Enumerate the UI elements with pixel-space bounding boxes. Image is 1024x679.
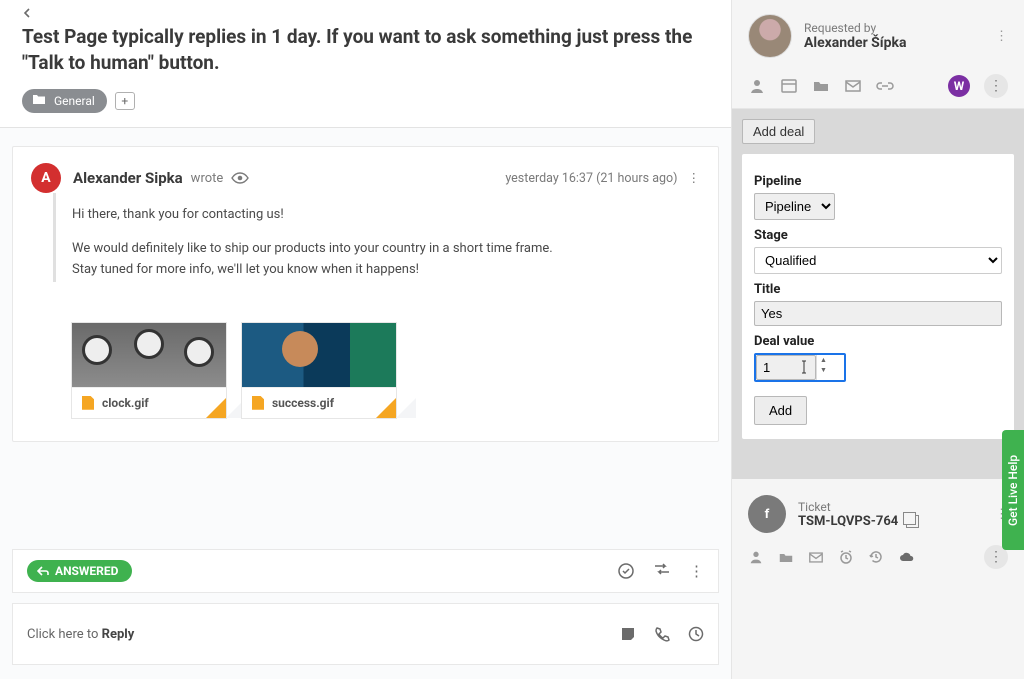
note-icon[interactable] [620,626,636,642]
deal-card: Pipeline Pipeline Stage Qualified Title … [742,154,1014,439]
file-icon [82,396,94,410]
header-card: Test Page typically replies in 1 day. If… [0,0,731,128]
message-line: We would definitely like to ship our pro… [72,241,553,256]
pipeline-select[interactable]: Pipeline [754,193,835,220]
ticket-label: Ticket [798,500,919,514]
sidebar-more-icon[interactable]: ⋮ [984,74,1008,98]
message-more-icon[interactable]: ⋮ [688,170,701,186]
title-label: Title [754,282,1002,297]
stage-select[interactable]: Qualified [754,247,1002,274]
folder-icon[interactable] [778,551,794,564]
requester-avatar[interactable] [748,14,792,58]
message-card: A Alexander Sipka wrote yesterday 16:37 … [12,146,719,441]
cloud-icon[interactable] [898,551,916,563]
history-icon[interactable] [868,549,884,565]
link-icon[interactable] [876,81,894,91]
tag-general[interactable]: General [22,89,107,113]
reply-bar[interactable]: Click here to Reply [12,603,719,665]
author-name: Alexander Sipka [73,169,183,187]
file-icon [252,396,264,410]
folder-icon[interactable] [812,79,830,93]
ticket-avatar: f [748,495,786,533]
requester-more-icon[interactable]: ⋮ [995,29,1008,44]
answered-pill[interactable]: ANSWERED [27,560,132,582]
deal-panel: Add deal Pipeline Pipeline Stage Qualifi… [732,109,1024,479]
pipeline-label: Pipeline [754,174,1002,189]
attachment-card[interactable]: success.gif [241,322,397,419]
message-line: Hi there, thank you for contacting us! [72,205,700,225]
stepper-down-icon[interactable]: ▼ [817,365,830,375]
stepper-up-icon[interactable]: ▲ [817,355,830,365]
back-button[interactable] [22,8,709,18]
folder-icon [32,93,48,109]
ticket-id: TSM-LQVPS-764 [798,514,898,529]
person-icon[interactable] [748,549,764,565]
attachment-thumb [242,323,396,387]
reply-arrow-icon [37,566,49,576]
requested-by-name: Alexander Šípka [804,35,906,51]
schedule-icon[interactable] [688,626,704,642]
window-icon[interactable] [780,78,798,94]
message-timestamp: yesterday 16:37 (21 hours ago) [505,171,677,186]
add-button[interactable]: Add [754,396,807,425]
tag-label: General [54,94,95,108]
copy-icon[interactable] [906,515,919,528]
live-help-tab[interactable]: Get Live Help [1002,430,1024,550]
author-avatar: A [31,163,61,193]
visibility-icon[interactable] [231,172,249,184]
message-line: Stay tuned for more info, we'll let you … [72,262,419,277]
mail-icon[interactable] [844,79,862,93]
alarm-icon[interactable] [838,549,854,565]
deal-value-input[interactable] [756,355,816,380]
page-headline: Test Page typically replies in 1 day. If… [22,24,709,75]
w-badge[interactable]: W [948,75,970,97]
call-icon[interactable] [654,626,670,642]
resolve-icon[interactable] [617,562,635,580]
stage-label: Stage [754,228,1002,243]
add-deal-button[interactable]: Add deal [742,119,815,144]
answered-label: ANSWERED [55,564,118,578]
title-input[interactable] [754,301,1002,326]
transfer-icon[interactable] [653,562,671,580]
attachment-thumb [72,323,226,387]
status-more-icon[interactable]: ⋮ [689,562,704,580]
requested-by-label: Requested by [804,21,906,35]
message-body: Hi there, thank you for contacting us! W… [53,193,700,281]
wrote-label: wrote [191,171,224,186]
attachment-filename: clock.gif [102,396,149,410]
deal-value-label: Deal value [754,334,1002,349]
person-icon[interactable] [748,77,766,95]
add-tag-button[interactable]: + [115,92,135,110]
status-bar: ANSWERED ⋮ [12,549,719,593]
reply-prompt: Click here to Reply [27,627,134,642]
attachment-filename: success.gif [272,396,334,410]
mail-icon[interactable] [808,551,824,564]
attachment-card[interactable]: clock.gif [71,322,227,419]
